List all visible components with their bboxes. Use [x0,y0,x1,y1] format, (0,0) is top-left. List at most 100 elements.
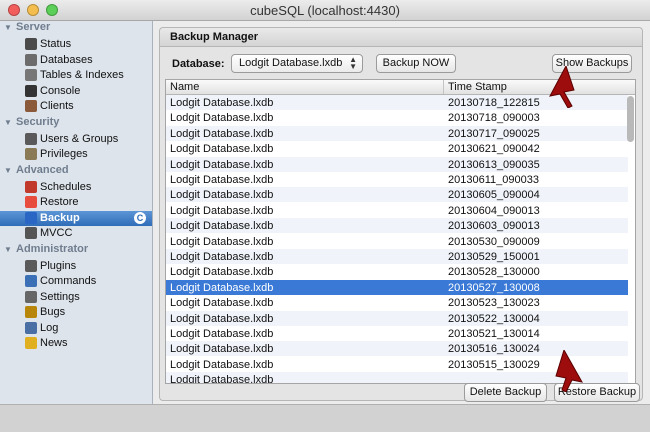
cell-timestamp: 20130529_150001 [448,251,540,263]
sidebar-item-log[interactable]: Log [0,321,152,336]
cell-name: Lodgit Database.lxdb [170,297,274,310]
cell-name: Lodgit Database.lxdb [170,251,274,263]
sidebar-item-label: Settings [40,290,80,303]
sidebar-item-status[interactable]: Status [0,37,152,52]
sidebar-section-label: Advanced [16,163,69,176]
cell-timestamp: 20130523_130023 [448,297,540,310]
panel-header: Backup Manager [160,28,642,47]
cell-name: Lodgit Database.lxdb [170,204,274,217]
column-header-name[interactable]: Name [170,81,199,93]
sidebar-item-databases[interactable]: Databases [0,53,152,68]
calendar-icon [25,180,37,193]
bottom-bar [0,404,650,432]
table-row[interactable]: Lodgit Database.lxdb 20130523_130023 [166,295,628,310]
sidebar-item-label: Commands [40,275,97,287]
refresh-badge-icon[interactable]: C [134,211,146,224]
sidebar-item-label: Databases [40,53,93,66]
log-icon [25,321,37,334]
disclosure-triangle-icon[interactable]: ▼ [4,166,12,175]
disclosure-triangle-icon[interactable]: ▼ [4,23,12,32]
pointer-arrow-icon [555,350,583,392]
sidebar-item-label: Schedules [40,180,92,193]
cell-timestamp: 20130522_130004 [448,312,540,325]
sidebar-item-privileges[interactable]: Privileges [0,147,152,162]
cell-name: Lodgit Database.lxdb [170,281,274,294]
backup-now-button[interactable]: Backup NOW [376,54,456,73]
window-title: cubeSQL (localhost:4430) [250,3,400,18]
console-icon [25,84,37,97]
cell-name: Lodgit Database.lxdb [170,143,274,156]
sidebar-item-settings[interactable]: Settings [0,290,152,305]
database-label: Database: [172,58,225,70]
disclosure-triangle-icon[interactable]: ▼ [4,118,12,127]
sidebar-item-schedules[interactable]: Schedules [0,180,152,195]
table-row[interactable]: Lodgit Database.lxdb 20130621_090042 [166,141,628,156]
cell-name: Lodgit Database.lxdb [170,343,274,356]
sidebar-item-restore[interactable]: Restore [0,195,152,210]
sidebar-item-tables-indexes[interactable]: Tables & Indexes [0,68,152,83]
sidebar-item-label: Plugins [40,259,77,272]
table-row[interactable]: Lodgit Database.lxdb 20130605_090004 [166,187,628,203]
cell-name: Lodgit Database.lxdb [170,112,274,125]
table-row[interactable]: Lodgit Database.lxdb 20130613_090035 [166,156,628,172]
sidebar-item-label: Status [40,38,72,50]
sidebar-item-label: Backup [40,211,80,224]
table-row[interactable]: Lodgit Database.lxdb 20130611_090033 [166,172,628,187]
table-row[interactable]: Lodgit Database.lxdb 20130522_130004 [166,310,628,326]
panel-title: Backup Manager [170,31,259,43]
sidebar-item-plugins[interactable]: Plugins [0,259,152,274]
news-icon [25,337,37,349]
title-bar: cubeSQL (localhost:4430) [0,0,650,21]
sidebar-item-backup[interactable]: Backup C [0,210,152,226]
cell-timestamp: 20130603_090013 [448,220,540,233]
bug-icon [25,306,37,318]
sidebar-item-commands[interactable]: Commands [0,274,152,289]
sidebar-section-label: Security [16,115,60,128]
sidebar-section-server[interactable]: ▼ Server [0,21,152,35]
vertical-scrollbar[interactable] [627,96,634,376]
sidebar: ▼ Server Status Databases Tables & Indexes Co… [0,21,153,431]
cell-timestamp: 20130717_090025 [448,127,540,140]
sidebar-section-security[interactable]: ▼ Security [0,116,152,130]
sidebar-item-bugs[interactable]: Bugs [0,305,152,320]
table-row[interactable]: Lodgit Database.lxdb 20130530_090009 [166,234,628,249]
table-row[interactable]: Lodgit Database.lxdb 20130604_090013 [166,203,628,218]
cell-name: Lodgit Database.lxdb [170,235,274,248]
sidebar-item-users-groups[interactable]: Users & Groups [0,132,152,147]
plugins-icon [25,259,37,272]
sidebar-item-label: Bugs [40,306,66,318]
cell-timestamp: 20130527_130008 [448,281,540,294]
table-row[interactable]: Lodgit Database.lxdb 20130603_090013 [166,218,628,234]
sidebar-item-label: Tables & Indexes [40,69,124,81]
cell-name: Lodgit Database.lxdb [170,189,274,202]
cell-name: Lodgit Database.lxdb [170,374,274,384]
mvcc-icon [25,227,37,239]
sidebar-section-label: Administrator [16,242,89,255]
table-row[interactable]: Lodgit Database.lxdb 20130527_130008 [166,279,628,295]
cell-timestamp: 20130528_130000 [448,266,540,279]
column-header-timestamp[interactable]: Time Stamp [448,81,507,93]
cell-timestamp: 20130530_090009 [448,235,540,248]
sidebar-item-news[interactable]: News [0,336,152,351]
sidebar-section-advanced[interactable]: ▼ Advanced [0,164,152,178]
sidebar-item-mvcc[interactable]: MVCC [0,226,152,241]
scrollbar-thumb[interactable] [627,96,634,142]
sidebar-item-label: Privileges [40,148,88,160]
cell-name: Lodgit Database.lxdb [170,174,274,186]
disclosure-triangle-icon[interactable]: ▼ [4,245,12,254]
table-row[interactable]: Lodgit Database.lxdb 20130528_130000 [166,264,628,279]
sidebar-item-clients[interactable]: Clients [0,99,152,114]
cell-timestamp: 20130718_122815 [448,97,540,109]
cell-name: Lodgit Database.lxdb [170,220,274,233]
cell-timestamp: 20130521_130014 [448,328,540,340]
sidebar-section-administrator[interactable]: ▼ Administrator [0,243,152,257]
status-icon [25,38,37,50]
sidebar-item-console[interactable]: Console [0,84,152,99]
table-row[interactable]: Lodgit Database.lxdb 20130521_130014 [166,326,628,341]
database-select[interactable]: Lodgit Database.lxdb ▲ ▼ [231,54,363,73]
delete-backup-button[interactable]: Delete Backup [464,383,547,402]
table-row[interactable]: Lodgit Database.lxdb 20130717_090025 [166,125,628,141]
table-row[interactable]: Lodgit Database.lxdb 20130529_150001 [166,249,628,264]
cell-name: Lodgit Database.lxdb [170,266,274,279]
table-row[interactable]: Lodgit Database.lxdb 20130718_090003 [166,110,628,125]
